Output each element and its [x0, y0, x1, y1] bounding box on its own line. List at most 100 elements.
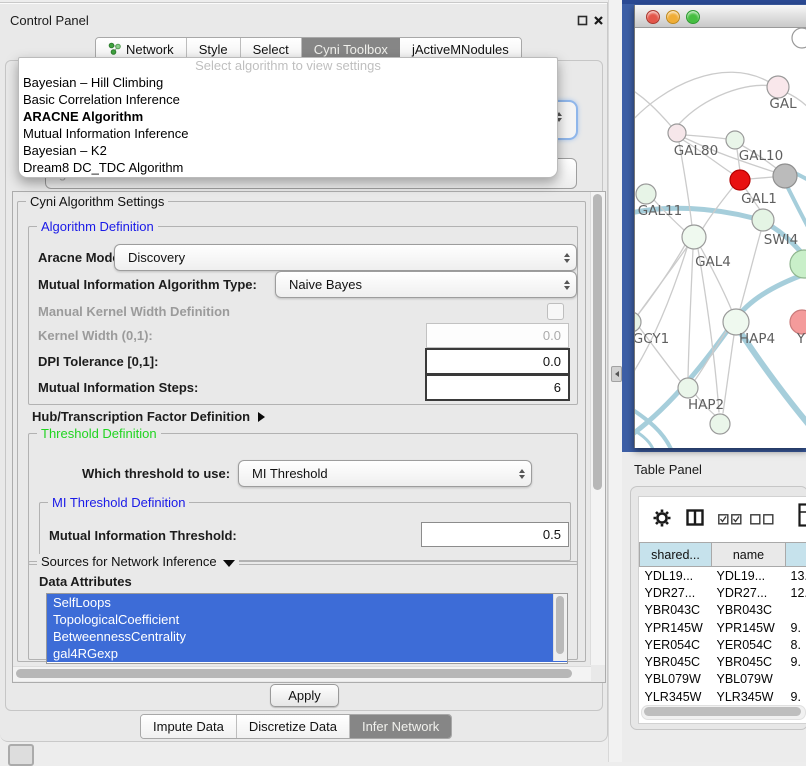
gear-icon[interactable] — [652, 508, 672, 531]
table-row[interactable]: YBL079WYBL079W — [640, 671, 806, 688]
table-cell: YBR045C — [712, 653, 786, 670]
close-icon[interactable] — [592, 14, 605, 27]
attribute-item[interactable]: gal4RGexp — [47, 645, 567, 662]
algorithm-option[interactable]: Basic Correlation Inference — [19, 91, 557, 108]
tab-label: Discretize Data — [249, 719, 337, 734]
table-row[interactable]: YBR043CYBR043C — [640, 602, 806, 619]
algorithm-option[interactable]: Mutual Information Inference — [19, 125, 557, 142]
scrollbar-thumb[interactable] — [593, 194, 602, 490]
node-gray[interactable] — [773, 164, 797, 188]
algorithm-option[interactable]: Dream8 DC_TDC Algorithm — [19, 159, 557, 176]
attribute-item[interactable]: SelfLoops — [47, 594, 567, 611]
cyni-settings-legend: Cyni Algorithm Settings — [26, 194, 168, 209]
zoom-traffic-light[interactable] — [686, 10, 700, 24]
table-row[interactable]: YER054CYER054C8. — [640, 636, 806, 653]
table-row[interactable]: YBR045CYBR045C9. — [640, 653, 806, 670]
mi-steps-field[interactable]: 6 — [425, 374, 570, 401]
network-window-titlebar[interactable] — [635, 5, 806, 28]
node-green-1[interactable] — [752, 209, 774, 231]
column-header[interactable]: shared... — [640, 543, 712, 567]
tab-impute-data[interactable]: Impute Data — [141, 715, 237, 738]
algorithm-option[interactable]: Bayesian – K2 — [19, 142, 557, 159]
node-gal1[interactable] — [730, 170, 750, 190]
tab-label: Style — [199, 42, 228, 57]
attribute-item[interactable]: BetweennessCentrality — [47, 628, 567, 645]
column-header[interactable]: name — [712, 543, 786, 567]
float-window-icon[interactable] — [576, 14, 589, 27]
mi-threshold-field[interactable]: 0.5 — [421, 522, 569, 547]
expand-right-icon — [258, 412, 265, 422]
mi-threshold-label: Mutual Information Threshold: — [49, 528, 237, 543]
node-swi4[interactable] — [790, 250, 806, 278]
table-cell: YER054C — [712, 636, 786, 653]
which-threshold-combo[interactable]: MI Threshold — [238, 460, 532, 487]
cyni-bottom-tabbar: Impute Data Discretize Data Infer Network — [140, 714, 452, 739]
table-row[interactable]: YPR145WYPR145W9. — [640, 619, 806, 636]
tab-discretize-data[interactable]: Discretize Data — [237, 715, 350, 738]
sources-legend[interactable]: Sources for Network Inference — [37, 554, 239, 569]
node-gal80[interactable] — [668, 124, 686, 142]
table-cell: YBL079W — [640, 671, 712, 688]
mi-steps-label: Mutual Information Steps: — [38, 380, 198, 395]
combo-arrows-icon — [558, 253, 576, 263]
algorithm-dropdown-popup: Select algorithm to view settings Bayesi… — [18, 57, 558, 178]
table-cell: 9. — [786, 653, 806, 670]
node-hap2[interactable] — [678, 378, 698, 398]
threshold-definition-group: Threshold Definition Which threshold to … — [28, 433, 578, 565]
node-bottom[interactable] — [710, 414, 730, 434]
table-cell: 12... — [786, 584, 806, 601]
node-gal11[interactable] — [636, 184, 656, 204]
table-row[interactable]: YDL19...YDL19...13... — [640, 567, 806, 585]
node-gal4[interactable] — [682, 225, 706, 249]
table-cell: YPR145W — [712, 619, 786, 636]
mi-type-combo[interactable]: Naive Bayes — [275, 271, 577, 298]
table-file-icon[interactable] — [798, 503, 806, 530]
sources-group: Sources for Network Inference Data Attri… — [28, 561, 578, 660]
kernel-width-field[interactable]: 0.0 — [426, 323, 569, 348]
network-edge — [723, 335, 734, 413]
tab-label: Infer Network — [362, 719, 439, 734]
scrollbar-thumb[interactable] — [556, 596, 564, 654]
algorithm-definition-group: Algorithm Definition Aracne Mode: Discov… — [28, 226, 578, 405]
algorithm-option[interactable]: ARACNE Algorithm — [19, 108, 557, 125]
data-attributes-label: Data Attributes — [39, 574, 132, 589]
table-cell: 9. — [786, 619, 806, 636]
split-columns-icon[interactable] — [686, 509, 704, 529]
settings-horizontal-scrollbar[interactable] — [13, 666, 591, 681]
node-gal10[interactable] — [726, 131, 744, 149]
table-cell: 13... — [786, 567, 806, 585]
table-row[interactable]: YLR345WYLR345W9. — [640, 688, 806, 705]
minimized-panel-icon[interactable] — [8, 744, 34, 766]
dpi-tolerance-field[interactable]: 0.0 — [425, 348, 570, 375]
node-gal-pink[interactable] — [767, 76, 789, 98]
table-horizontal-scrollbar[interactable] — [641, 705, 806, 720]
scrollbar-thumb[interactable] — [644, 707, 801, 716]
apply-button[interactable]: Apply — [270, 684, 339, 707]
table-row[interactable]: YDR27...YDR27...12... — [640, 584, 806, 601]
list-scrollbar[interactable] — [553, 594, 567, 661]
settings-vertical-scrollbar[interactable] — [590, 192, 605, 665]
hub-definition-toggle[interactable]: Hub/Transcription Factor Definition — [32, 409, 265, 424]
checked-boxes-icon[interactable] — [718, 513, 742, 528]
algorithm-option[interactable]: Bayesian – Hill Climbing — [19, 74, 557, 91]
network-edge — [685, 135, 727, 139]
table-cell — [786, 671, 806, 688]
node-label-swi4: SWI4 — [764, 232, 799, 248]
splitter-handle[interactable] — [611, 366, 622, 382]
aracne-mode-label: Aracne Mode: — [38, 250, 124, 265]
attribute-item[interactable]: TopologicalCoefficient — [47, 611, 567, 628]
table-cell: YPR145W — [640, 619, 712, 636]
node-top-partial[interactable] — [792, 28, 806, 48]
table-cell: YDL19... — [712, 567, 786, 585]
unchecked-boxes-icon[interactable] — [750, 513, 774, 528]
manual-kernel-checkbox[interactable] — [547, 303, 564, 320]
network-canvas[interactable]: GALGAL80GAL10GAL1GAL11SWI4GAL4GCY1HAP4YH… — [635, 28, 806, 448]
algorithm-definition-legend: Algorithm Definition — [37, 219, 158, 234]
scrollbar-thumb[interactable] — [16, 669, 572, 678]
table-cell: YER054C — [640, 636, 712, 653]
aracne-mode-combo[interactable]: Discovery — [114, 244, 577, 271]
column-header[interactable] — [786, 543, 806, 567]
tab-infer-network[interactable]: Infer Network — [350, 715, 451, 738]
minimize-traffic-light[interactable] — [666, 10, 680, 24]
close-traffic-light[interactable] — [646, 10, 660, 24]
